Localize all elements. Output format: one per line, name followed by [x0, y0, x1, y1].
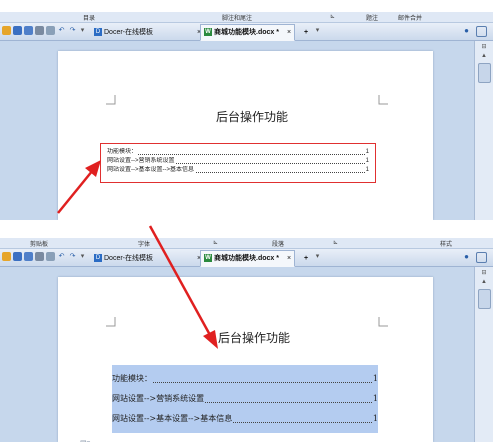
tab-label: Docer-在线模板 [104, 255, 154, 262]
scroll-up-icon[interactable]: ▲ [478, 53, 490, 61]
ribbon-launcher-icon[interactable]: ⊾ [330, 13, 335, 20]
new-tab-button[interactable]: + [300, 250, 312, 267]
document-workspace: 后台操作功能 功能模块： 1 网站设置-->营销系统设置 1 网站设置-->基本设置… [0, 267, 472, 442]
customize-chevron-icon[interactable]: ▾ [78, 252, 87, 261]
save-icon[interactable] [13, 252, 22, 261]
document-icon: W [204, 254, 212, 263]
vertical-scrollbar[interactable]: ⊟ ▲ [474, 267, 493, 442]
ribbon-launcher-icon[interactable]: ⊾ [333, 239, 338, 246]
ribbon-group-footnotes[interactable]: 脚注和尾注 [222, 13, 252, 22]
open-folder-icon[interactable] [2, 26, 11, 35]
vertical-scrollbar[interactable]: ⊟ ▲ [474, 41, 493, 220]
tab-document[interactable]: W 商城功能模块.docx * × [200, 250, 296, 267]
scroll-thumb[interactable] [478, 63, 491, 83]
scroll-split-icon[interactable]: ⊟ [478, 269, 490, 277]
tab-docer-templates[interactable]: DDocer-在线模板× [90, 250, 205, 267]
close-icon[interactable]: × [287, 29, 291, 36]
document-tab-bar: ↶ ↷ ▾ DDocer-在线模板× W商城功能模块.docx * × + ▾ ● [0, 249, 493, 267]
tab-menu-chevron-icon[interactable]: ▾ [313, 26, 322, 35]
redo-icon[interactable]: ↷ [68, 252, 77, 261]
document-title: 后台操作功能 [216, 110, 289, 124]
save-icon[interactable] [13, 26, 22, 35]
ribbon-group-styles[interactable]: 样式 [440, 239, 452, 248]
document-icon: W [204, 28, 212, 37]
document-page: 后台操作功能 功能模块： 1 网站设置-->营销系统设置 1 网站设置-->基本设置… [58, 51, 433, 220]
ribbon-group-labels: 剪贴板 字体 ⊾ 段落 ⊾ 样式 [0, 238, 493, 249]
document-workspace: 后台操作功能 功能模块： 1 网站设置-->营销系统设置 1 网站设置-->基本设置… [0, 41, 472, 220]
tab-label: Docer-在线模板 [104, 29, 154, 36]
print-preview-icon[interactable] [46, 252, 55, 261]
print-preview-icon[interactable] [46, 26, 55, 35]
top-screenshot: 目录 脚注和尾注 ⊾ 题注 邮件合并 ↶ ↷ ▾ DDocer-在线模板× W商… [0, 12, 493, 220]
ribbon-group-captions[interactable]: 题注 [366, 13, 378, 22]
bell-icon[interactable]: ● [462, 252, 471, 261]
document-title: 后台操作功能 [218, 331, 291, 345]
margin-corner-right [378, 317, 388, 327]
docer-icon: D [94, 254, 102, 263]
bottom-screenshot: 剪贴板 字体 ⊾ 段落 ⊾ 样式 ↶ ↷ ▾ DDocer-在线模板× W商城功… [0, 238, 493, 442]
margin-corner-left [106, 95, 116, 105]
ribbon-group-clipboard[interactable]: 剪贴板 [30, 239, 48, 248]
scroll-up-icon[interactable]: ▲ [478, 279, 490, 287]
toc-entry[interactable]: 网站设置-->基本设置-->基本信息 1 [107, 166, 369, 175]
tab-menu-chevron-icon[interactable]: ▾ [313, 252, 322, 261]
margin-corner-right [378, 95, 388, 105]
bell-icon[interactable]: ● [462, 26, 471, 35]
redo-icon[interactable]: ↷ [68, 26, 77, 35]
tab-label: 商城功能模块.docx * [214, 255, 279, 262]
scroll-thumb[interactable] [478, 289, 491, 309]
ribbon-group-labels: 目录 脚注和尾注 ⊾ 题注 邮件合并 [0, 12, 493, 23]
window-restore-icon[interactable] [476, 252, 487, 263]
print-icon[interactable] [35, 26, 44, 35]
customize-chevron-icon[interactable]: ▾ [78, 26, 87, 35]
toc-entry[interactable]: 功能模块： 1 [112, 369, 378, 389]
open-folder-icon[interactable] [2, 252, 11, 261]
undo-icon[interactable]: ↶ [57, 252, 66, 261]
toc-entry[interactable]: 网站设置-->营销系统设置 1 [107, 157, 369, 166]
window-restore-icon[interactable] [476, 26, 487, 37]
undo-icon[interactable]: ↶ [57, 26, 66, 35]
close-icon[interactable]: × [287, 255, 291, 262]
scroll-split-icon[interactable]: ⊟ [478, 43, 490, 51]
ribbon-group-toc[interactable]: 目录 [83, 13, 95, 22]
table-of-contents: 功能模块： 1 网站设置-->营销系统设置 1 网站设置-->基本设置-->基本信息… [100, 143, 376, 183]
ribbon-group-font[interactable]: 字体 [138, 239, 150, 248]
margin-corner-left [106, 317, 116, 327]
toc-entry[interactable]: 功能模块： 1 [107, 148, 369, 157]
save-as-icon[interactable] [24, 26, 33, 35]
toc-entry[interactable]: 网站设置-->基本设置-->基本信息 1 [112, 409, 378, 429]
table-of-contents-selected[interactable]: 功能模块： 1 网站设置-->营销系统设置 1 网站设置-->基本设置-->基本信息… [112, 365, 378, 433]
save-as-icon[interactable] [24, 252, 33, 261]
document-page: 后台操作功能 功能模块： 1 网站设置-->营销系统设置 1 网站设置-->基本设置… [58, 277, 433, 442]
tab-docer-templates[interactable]: DDocer-在线模板× [90, 24, 205, 41]
new-tab-button[interactable]: + [300, 24, 312, 41]
print-icon[interactable] [35, 252, 44, 261]
ribbon-launcher-icon[interactable]: ⊾ [213, 239, 218, 246]
ribbon-group-paragraph[interactable]: 段落 [272, 239, 284, 248]
tab-document[interactable]: W 商城功能模块.docx * × [200, 24, 296, 41]
ribbon-group-mail-merge[interactable]: 邮件合并 [398, 13, 422, 22]
tab-label: 商城功能模块.docx * [214, 29, 279, 36]
docer-icon: D [94, 28, 102, 37]
toc-entry[interactable]: 网站设置-->营销系统设置 1 [112, 389, 378, 409]
document-tab-bar: ↶ ↷ ▾ DDocer-在线模板× W商城功能模块.docx * × + ▾ ● [0, 23, 493, 41]
